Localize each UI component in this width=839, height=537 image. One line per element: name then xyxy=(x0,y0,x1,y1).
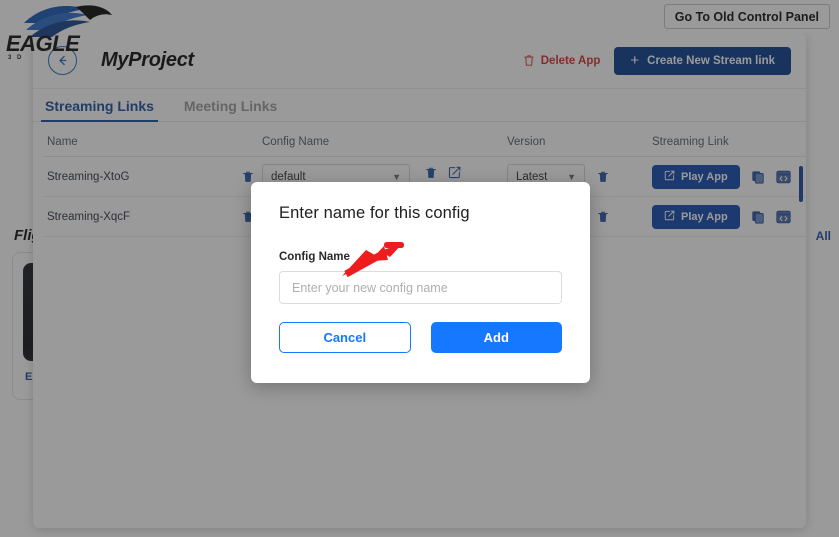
add-button[interactable]: Add xyxy=(431,322,562,353)
config-name-field-label: Config Name xyxy=(279,251,562,263)
page-root: Flights All EAGLE EAGLE 3 D Go To Old Co… xyxy=(0,0,839,537)
config-name-input[interactable] xyxy=(279,271,562,304)
cancel-button[interactable]: Cancel xyxy=(279,322,411,353)
dialog-actions: Cancel Add xyxy=(279,322,562,353)
config-name-dialog: Enter name for this config Config Name C… xyxy=(251,182,590,383)
dialog-title: Enter name for this config xyxy=(279,204,562,223)
